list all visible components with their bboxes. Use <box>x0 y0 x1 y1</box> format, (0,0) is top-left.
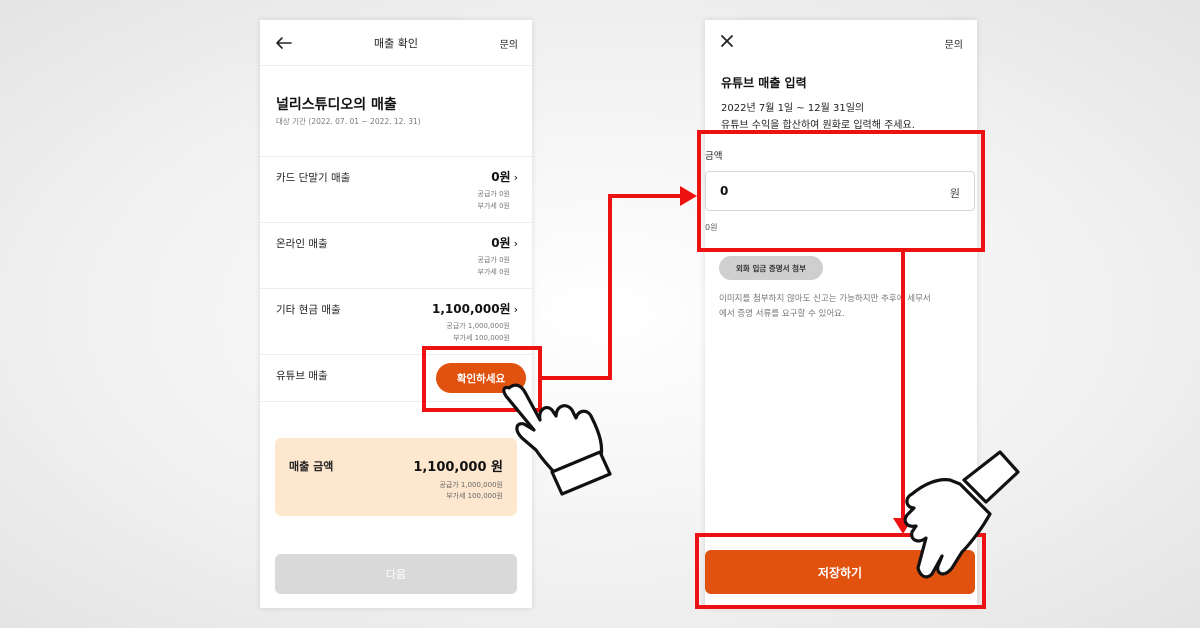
summary-label: 매출 금액 <box>289 460 334 473</box>
highlight-confirm-box <box>422 346 542 412</box>
row-vat: 부가세 100,000원 <box>453 334 510 342</box>
description: 2022년 7월 1일 ~ 12월 31일의 유튜브 수익을 합산하여 원화로 … <box>721 100 971 134</box>
screen-title: 유튜브 매출 입력 <box>721 76 807 90</box>
row-supply: 공급가 0원 <box>477 256 510 264</box>
sales-row-online[interactable]: 온라인 매출 0원 › 공급가 0원 부가세 0원 <box>260 222 532 288</box>
header: 매출 확인 문의 <box>260 20 532 66</box>
row-label: 유튜브 매출 <box>276 370 328 382</box>
summary-supply: 공급가 1,000,000원 <box>439 481 503 489</box>
arrow-right <box>542 194 682 380</box>
highlight-input-box <box>697 130 985 252</box>
chevron-right-icon: › <box>513 171 518 184</box>
row-amount: 0원 › <box>491 170 518 184</box>
inquiry-link[interactable]: 문의 <box>945 36 963 51</box>
page-title: 매출 확인 <box>374 37 418 50</box>
attach-proof-button[interactable]: 외화 입금 증명서 첨부 <box>719 256 823 280</box>
sales-summary-card: 매출 금액 1,100,000 원 공급가 1,000,000원 부가세 100… <box>275 438 517 516</box>
sales-row-cash[interactable]: 기타 현금 매출 1,100,000원 › 공급가 1,000,000원 부가세 … <box>260 288 532 354</box>
row-label: 기타 현금 매출 <box>276 304 341 316</box>
row-supply: 공급가 0원 <box>477 190 510 198</box>
chevron-right-icon: › <box>513 237 518 250</box>
row-amount: 0원 › <box>491 236 518 250</box>
youtube-sales-input-screen: 문의 유튜브 매출 입력 2022년 7월 1일 ~ 12월 31일의 유튜브 … <box>705 20 977 608</box>
row-vat: 부가세 0원 <box>477 268 510 276</box>
row-label: 카드 단말기 매출 <box>276 172 351 184</box>
notice-line: 이미지를 첨부하지 않아도 신고는 가능하지만 추후에 세무서 <box>719 294 931 304</box>
row-label: 온라인 매출 <box>276 238 328 250</box>
period-text: 대상 기간 (2022. 07. 01 ~ 2022. 12. 31) <box>276 117 421 126</box>
inquiry-link[interactable]: 문의 <box>500 36 518 51</box>
summary-amount: 1,100,000 원 <box>413 460 503 475</box>
next-button[interactable]: 다음 <box>275 554 517 594</box>
close-icon[interactable] <box>719 33 735 49</box>
annotation-overlay <box>502 186 1020 579</box>
business-name: 널리스튜디오의 매출 <box>276 97 397 113</box>
row-supply: 공급가 1,000,000원 <box>446 322 510 330</box>
chevron-right-icon: › <box>513 303 518 316</box>
highlight-save-box <box>695 533 986 609</box>
description-line: 2022년 7월 1일 ~ 12월 31일의 <box>721 103 865 114</box>
row-amount: 1,100,000원 › <box>431 302 518 316</box>
sales-confirm-screen: 매출 확인 문의 널리스튜디오의 매출 대상 기간 (2022. 07. 01 … <box>260 20 532 608</box>
notice-line: 에서 증명 서류를 요구할 수 있어요. <box>719 309 845 319</box>
summary-vat: 부가세 100,000원 <box>446 492 503 500</box>
row-vat: 부가세 0원 <box>477 202 510 210</box>
header: 문의 <box>705 20 977 66</box>
arrowhead-right <box>680 186 697 206</box>
sales-row-card[interactable]: 카드 단말기 매출 0원 › 공급가 0원 부가세 0원 <box>260 156 532 222</box>
notice-text: 이미지를 첨부하지 않아도 신고는 가능하지만 추후에 세무서 에서 증명 서류… <box>719 292 969 322</box>
